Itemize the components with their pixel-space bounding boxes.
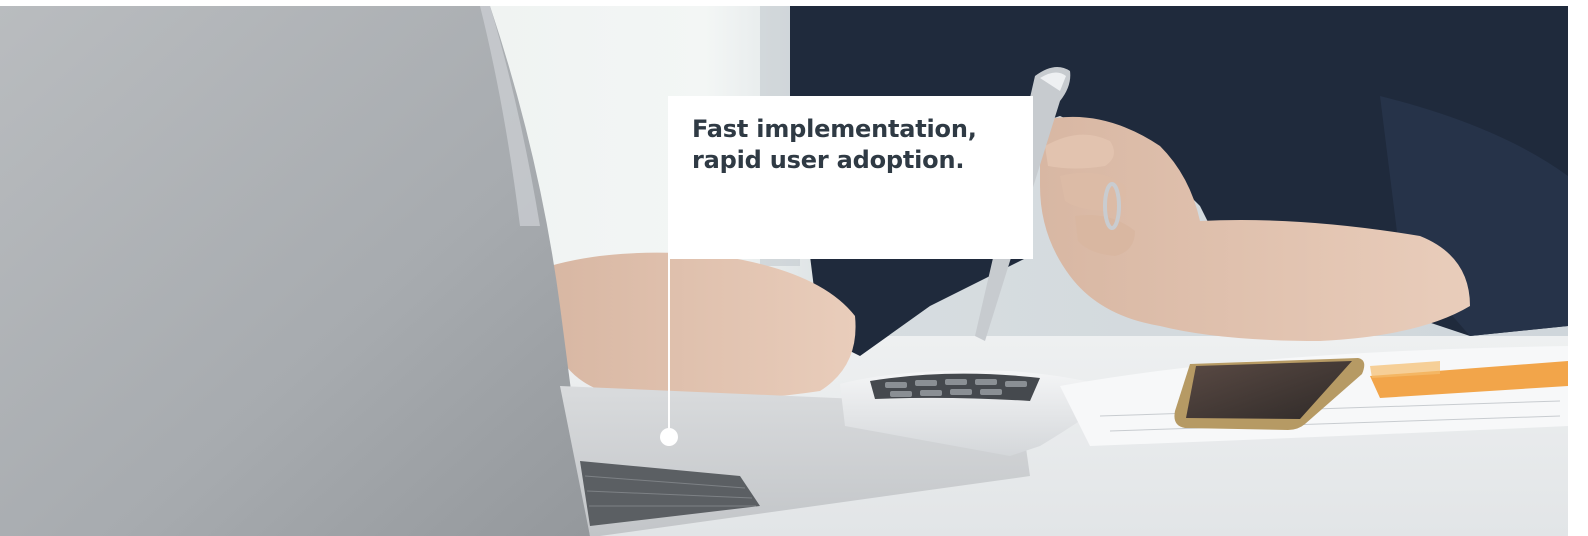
callout-box: Fast implementation, rapid user adoption… — [668, 96, 1033, 259]
callout-connector-line — [668, 259, 670, 435]
callout-line-1: Fast implementation, — [692, 115, 977, 143]
callout-connector-dot — [660, 428, 678, 446]
callout-headline: Fast implementation, rapid user adoption… — [692, 114, 1009, 176]
office-desk-photo — [0, 6, 1568, 536]
hero-banner: Fast implementation, rapid user adoption… — [0, 0, 1588, 536]
hero-photo — [0, 6, 1568, 536]
callout-line-2: rapid user adoption. — [692, 146, 965, 174]
